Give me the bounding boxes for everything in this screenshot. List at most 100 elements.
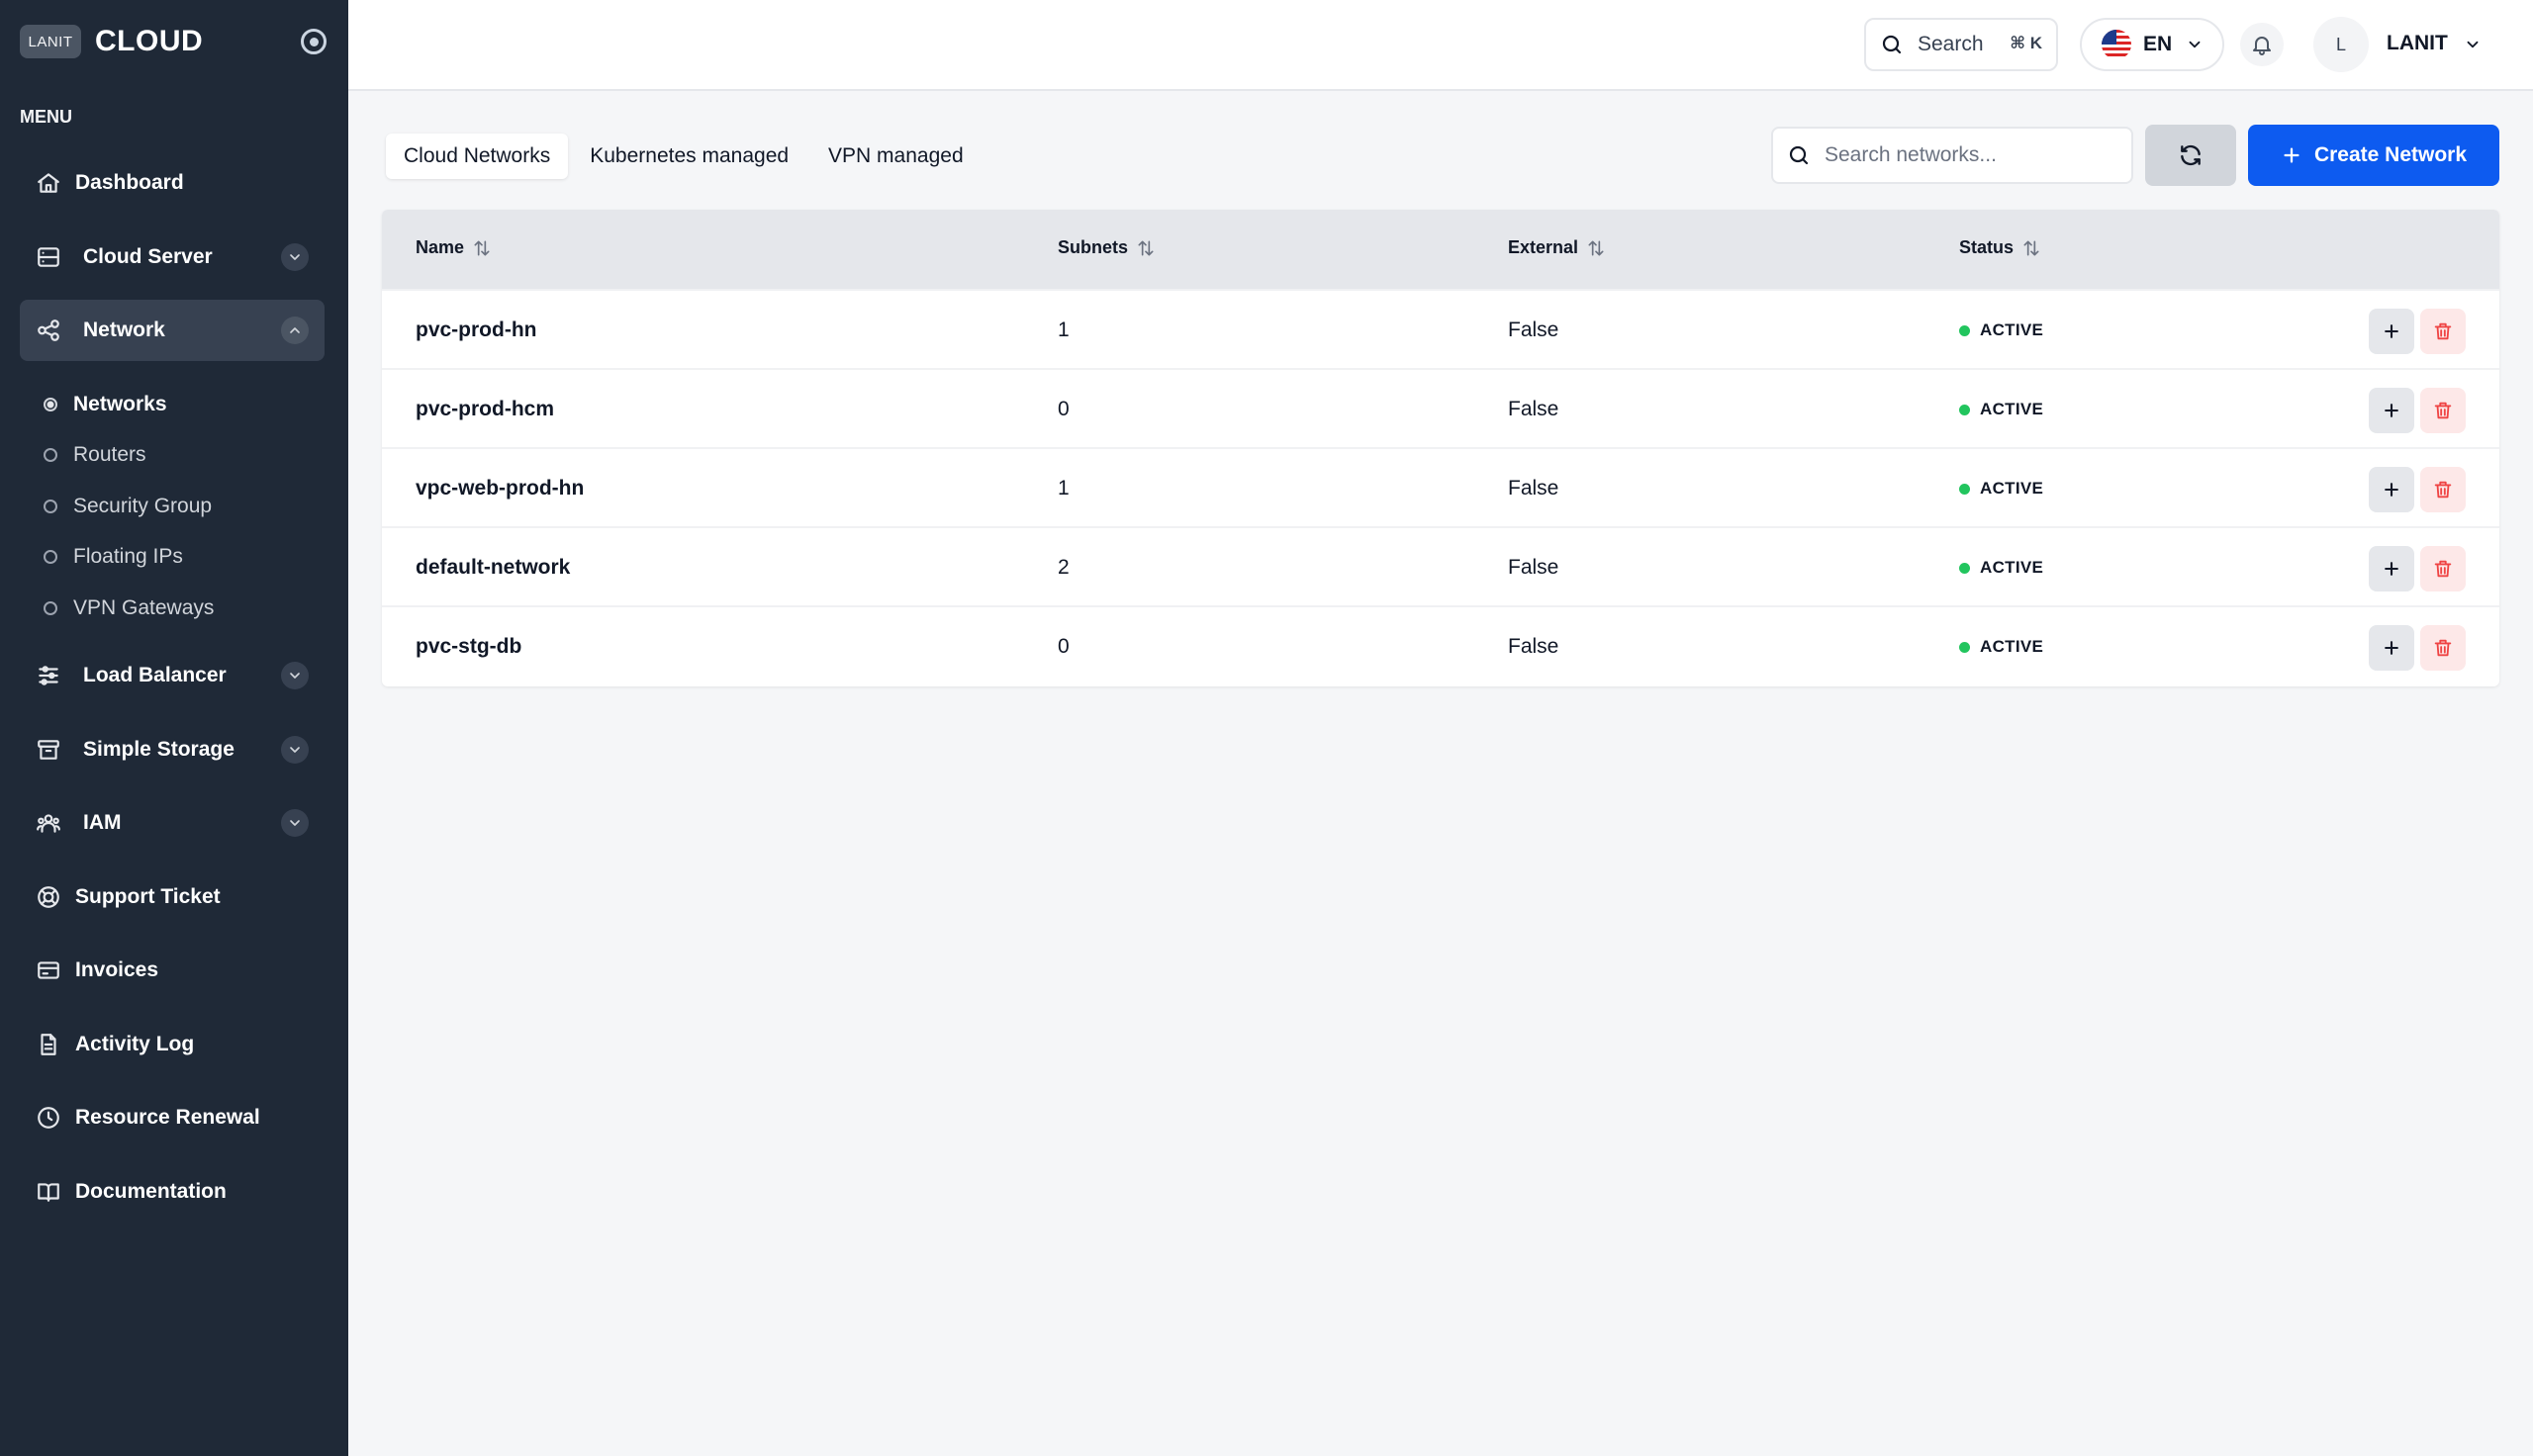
network-name[interactable]: pvc-stg-db [416, 635, 521, 659]
notifications-button[interactable] [2240, 23, 2284, 66]
bell-icon [2253, 37, 2271, 55]
table-row[interactable]: vpc-web-prod-hn 1 False ACTIVE [382, 447, 2499, 526]
column-header-label: Subnets [1058, 237, 1129, 257]
add-subnet-button[interactable] [2369, 546, 2414, 592]
chevron-down-icon[interactable] [281, 809, 309, 837]
add-subnet-button[interactable] [2369, 467, 2414, 512]
sidebar-item-documentation[interactable]: Documentation [20, 1161, 325, 1223]
chevron-down-icon[interactable] [281, 243, 309, 271]
delete-network-button[interactable] [2420, 388, 2466, 433]
column-header-subnets[interactable]: Subnets [1058, 237, 1156, 258]
chevron-down-icon[interactable] [281, 662, 309, 689]
tab-kubernetes-managed[interactable]: Kubernetes managed [572, 134, 806, 179]
table-row[interactable]: pvc-prod-hcm 0 False ACTIVE [382, 368, 2499, 447]
user-name[interactable]: LANIT [2387, 32, 2448, 55]
language-label: EN [2143, 33, 2173, 55]
network-search [1771, 127, 2133, 184]
table-row[interactable]: pvc-stg-db 0 False ACTIVE [382, 605, 2499, 684]
sidebar-item-network[interactable]: Network [20, 300, 325, 361]
avatar[interactable]: L [2313, 17, 2369, 72]
sidebar-subitem-networks[interactable]: Networks [44, 387, 167, 422]
sidebar-item-simple-storage[interactable]: Simple Storage [20, 719, 325, 780]
search-icon [1882, 35, 1902, 54]
search-label: Search [1918, 33, 1984, 55]
sidebar-item-dashboard[interactable]: Dashboard [20, 152, 325, 214]
tab-cloud-networks[interactable]: Cloud Networks [386, 134, 569, 179]
refresh-button[interactable] [2145, 125, 2236, 186]
add-subnet-button[interactable] [2369, 309, 2414, 354]
add-subnet-button[interactable] [2369, 388, 2414, 433]
network-name[interactable]: pvc-prod-hcm [416, 398, 554, 421]
dot-icon [44, 448, 57, 462]
sidebar-item-label: Simple Storage [83, 738, 235, 761]
search-shortcut: ⌘ K [2010, 34, 2042, 52]
status-label: ACTIVE [1980, 479, 2044, 498]
table-row[interactable]: pvc-prod-hn 1 False ACTIVE [382, 289, 2499, 368]
global-search-button[interactable]: Search ⌘ K [1864, 18, 2058, 71]
chevron-down-icon[interactable] [281, 736, 309, 764]
sidebar-collapse-icon[interactable] [301, 29, 327, 54]
sidebar-subitem-vpn-gateways[interactable]: VPN Gateways [44, 591, 214, 626]
sidebar-item-support-ticket[interactable]: Support Ticket [20, 866, 325, 928]
sidebar-subitem-routers[interactable]: Routers [44, 437, 146, 473]
sidebar-subitem-label: VPN Gateways [73, 596, 215, 619]
sidebar-item-label: Cloud Server [83, 245, 213, 268]
sidebar-subitem-floating-ips[interactable]: Floating IPs [44, 539, 183, 575]
chevron-down-icon[interactable] [2464, 36, 2482, 53]
chevron-up-icon[interactable] [281, 317, 309, 344]
plus-icon [2385, 641, 2398, 655]
delete-network-button[interactable] [2420, 625, 2466, 671]
sidebar-item-resource-renewal[interactable]: Resource Renewal [20, 1087, 325, 1148]
sidebar-item-load-balancer[interactable]: Load Balancer [20, 645, 325, 706]
sort-icon [474, 240, 490, 255]
dot-icon [44, 500, 57, 513]
status-dot-icon [1959, 483, 1970, 495]
sidebar-item-label: Network [83, 318, 165, 341]
network-subnets: 1 [1058, 477, 1070, 500]
language-selector[interactable]: EN [2080, 18, 2224, 71]
trash-icon [2434, 402, 2452, 419]
sidebar-subitem-security-group[interactable]: Security Group [44, 489, 212, 524]
search-icon [1789, 145, 1809, 165]
brand[interactable]: LANIT CLOUD [20, 24, 203, 59]
network-subnets: 2 [1058, 556, 1070, 579]
table-row[interactable]: default-network 2 False ACTIVE [382, 526, 2499, 605]
status-badge: ACTIVE [1959, 320, 2043, 340]
sidebar-item-label: IAM [83, 811, 122, 834]
status-badge: ACTIVE [1959, 400, 2043, 419]
sort-icon [2023, 240, 2039, 255]
status-dot-icon [1959, 562, 1970, 574]
sidebar: LANIT CLOUD MENU Dashboard Cloud Server … [0, 0, 348, 1456]
column-header-external[interactable]: External [1508, 237, 1606, 258]
add-subnet-button[interactable] [2369, 625, 2414, 671]
sidebar-item-iam[interactable]: IAM [20, 792, 325, 854]
sidebar-item-label: Support Ticket [75, 885, 221, 908]
dot-icon [44, 601, 57, 615]
sidebar-item-activity-log[interactable]: Activity Log [20, 1014, 325, 1075]
plus-icon [2385, 404, 2398, 417]
sliders-icon [36, 663, 61, 688]
sidebar-item-invoices[interactable]: Invoices [20, 940, 325, 1001]
column-header-label: Name [416, 237, 465, 257]
create-network-button[interactable]: Create Network [2248, 125, 2499, 186]
network-name[interactable]: vpc-web-prod-hn [416, 477, 584, 500]
network-external: False [1508, 398, 1559, 420]
network-subnets: 0 [1058, 398, 1070, 420]
plus-icon [2385, 483, 2398, 497]
status-dot-icon [1959, 404, 1970, 415]
network-name[interactable]: default-network [416, 556, 570, 580]
sidebar-item-cloud-server[interactable]: Cloud Server [20, 227, 325, 288]
delete-network-button[interactable] [2420, 309, 2466, 354]
home-icon [36, 170, 61, 196]
network-tabs: Cloud Networks Kubernetes managed VPN ma… [386, 133, 982, 180]
active-dot-icon [44, 398, 57, 411]
plus-icon [2284, 147, 2299, 163]
delete-network-button[interactable] [2420, 546, 2466, 592]
column-header-name[interactable]: Name [416, 237, 492, 258]
column-header-status[interactable]: Status [1959, 237, 2041, 258]
network-name[interactable]: pvc-prod-hn [416, 318, 536, 342]
network-search-input[interactable] [1825, 143, 2121, 167]
sidebar-item-label: Resource Renewal [75, 1106, 260, 1129]
delete-network-button[interactable] [2420, 467, 2466, 512]
tab-vpn-managed[interactable]: VPN managed [810, 134, 982, 179]
